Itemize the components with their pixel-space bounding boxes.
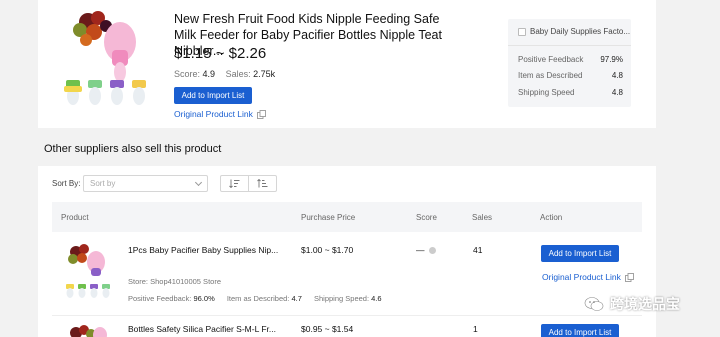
copy-icon[interactable] [256,109,266,119]
product-stats: Score: 4.9 Sales: 2.75k [174,69,283,79]
supplier-box: Baby Daily Supplies Facto... Positive Fe… [508,19,631,107]
row-product-image[interactable] [64,321,116,337]
watermark-text: 跨境选品宝 [610,296,680,312]
row-price: $1.00 ~ $1.70 [301,245,354,255]
original-product-link[interactable]: Original Product Link [542,272,634,282]
row-score: — [416,245,436,255]
sort-descending-button[interactable] [221,176,249,191]
iad-value: 4.7 [291,294,302,303]
header-score: Score [416,213,437,222]
score-value: 4.9 [202,69,216,79]
section-title: Other suppliers also sell this product [44,143,222,155]
sort-descending-icon[interactable] [229,179,240,188]
row-sales: 1 [473,324,478,334]
store-icon [518,27,526,36]
row-product-name[interactable]: 1Pcs Baby Pacifier Baby Supplies Nip... [128,245,278,255]
iad-label: Item as Described: [226,294,290,303]
supplier-name-label[interactable]: Baby Daily Supplies Facto... [530,27,630,36]
original-product-link[interactable]: Original Product Link [174,109,266,119]
sort-ascending-button[interactable] [249,176,276,191]
suppliers-list: Sort By: Sort by Product Purchase Price … [38,166,656,337]
metric-label: Positive Feedback [518,55,584,64]
chevron-down-icon[interactable] [194,178,203,186]
original-product-link-label[interactable]: Original Product Link [174,109,253,119]
row-store[interactable]: Store: Shop41010005 Store [128,277,221,286]
sales-value: 2.75k [253,69,276,79]
metric-positive-feedback: Positive Feedback 97.9% [518,55,623,64]
row-score-value: — [416,245,425,255]
sales-label: Sales: [225,69,251,79]
score-label: Score: [174,69,201,79]
sort-placeholder[interactable]: Sort by [90,179,115,188]
sort-ascending-icon[interactable] [257,179,268,188]
metric-shipping-speed: Shipping Speed 4.8 [518,88,623,97]
product-card: New Fresh Fruit Food Kids Nipple Feeding… [38,0,656,128]
metric-label: Shipping Speed [518,88,575,97]
metric-value: 4.8 [611,71,623,80]
sort-label: Sort By: [52,179,81,188]
supplier-name[interactable]: Baby Daily Supplies Facto... [518,27,630,36]
add-to-import-list-button[interactable]: Add to Import List [541,245,619,262]
add-to-import-list-button[interactable]: Add to Import List [174,87,252,104]
row-product-image[interactable] [64,242,116,302]
header-action: Action [540,213,563,222]
metric-value: 4.8 [611,88,623,97]
original-product-link-label[interactable]: Original Product Link [542,272,621,282]
row-feedback: Positive Feedback: 96.0% Item as Describ… [128,294,382,303]
header-price: Purchase Price [301,213,356,222]
wechat-icon [584,297,604,311]
metric-label: Item as Described [518,71,583,80]
table-header: Product Purchase Price Score Sales Actio… [52,202,642,232]
header-sales: Sales [472,213,493,222]
row-sales: 41 [473,245,483,255]
divider [508,45,631,46]
product-price: $1.15 ~ $2.26 [174,45,267,62]
row-divider [52,315,642,316]
row-product-name[interactable]: Bottles Safety Silica Pacifier S-M-L Fr.… [128,324,276,334]
sort-order-toggle [220,175,277,192]
ss-label: Shipping Speed: [314,294,370,303]
copy-icon[interactable] [624,272,634,282]
row-price: $0.95 ~ $1.54 [301,324,354,334]
pf-value: 96.0% [193,294,215,303]
add-to-import-list-button[interactable]: Add to Import List [541,324,619,337]
metric-value: 97.9% [600,55,623,64]
product-image[interactable] [60,6,164,118]
ss-value: 4.6 [371,294,382,303]
metric-item-as-described: Item as Described 4.8 [518,71,623,80]
header-product: Product [61,213,89,222]
watermark: 跨境选品宝 [584,294,680,314]
pf-label: Positive Feedback: [128,294,192,303]
help-icon[interactable] [428,246,436,254]
sort-select[interactable]: Sort by [83,175,208,192]
